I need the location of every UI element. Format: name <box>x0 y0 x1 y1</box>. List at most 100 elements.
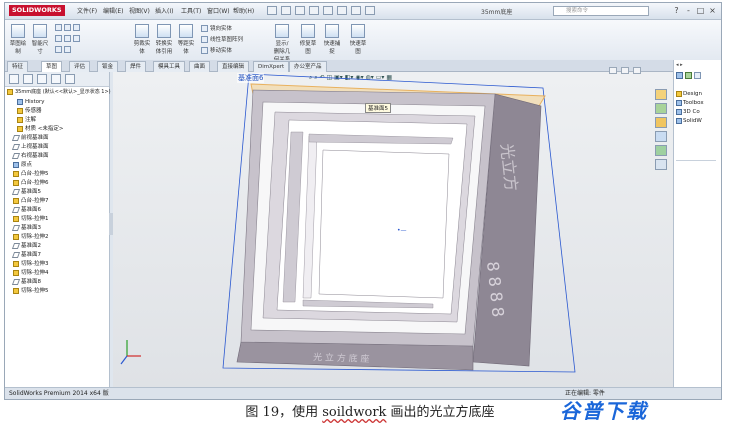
library-item-3d-content[interactable]: 3D Co <box>676 108 700 116</box>
select-icon[interactable] <box>337 6 347 15</box>
repair-sketch-label: 修复草图 <box>299 41 317 55</box>
menu-file[interactable]: 文件(F) <box>77 6 97 15</box>
dimxpert-icon[interactable] <box>51 74 61 84</box>
menu-window[interactable]: 窗口(W) <box>207 6 230 15</box>
tree-item[interactable]: 传感器 <box>17 107 42 115</box>
tab-weldments[interactable]: 焊件 <box>125 61 147 72</box>
relations-button[interactable]: 显示/删除几何关系 <box>273 24 291 63</box>
tree-item[interactable]: 基准面7 <box>11 251 41 259</box>
smart-dimension-button[interactable]: 智能尺寸 <box>31 24 49 55</box>
new-folder-icon[interactable] <box>694 72 702 79</box>
sketch-button[interactable]: 草图绘制 <box>9 24 27 55</box>
configuration-icon[interactable] <box>37 74 47 84</box>
caption-suffix: 画出的光立方底座 <box>386 405 495 420</box>
library-toolbar <box>676 72 716 80</box>
linear-pattern-button[interactable]: 线性草图阵列 <box>201 35 243 43</box>
tab-office-products[interactable]: 办公室产品 <box>289 61 327 72</box>
tree-item[interactable]: 凸台-拉伸6 <box>13 179 48 187</box>
maximize-button[interactable]: □ <box>695 5 706 16</box>
tree-item[interactable]: 上视基准面 <box>11 143 49 151</box>
tree-item[interactable]: 材质 <未指定> <box>17 125 63 133</box>
file-explorer-icon[interactable] <box>655 117 667 128</box>
appearances-icon[interactable] <box>655 145 667 156</box>
model-view[interactable]: 光立方 8 8 8 8 光 立 方 底 座 •— <box>113 72 673 387</box>
arc-icon <box>64 35 71 42</box>
custom-properties-icon[interactable] <box>655 159 667 170</box>
tree-item[interactable]: 前视基准面 <box>11 134 49 142</box>
tree-item[interactable]: 基准面3 <box>11 224 41 232</box>
tree-item[interactable]: 凸台-拉伸7 <box>13 197 48 205</box>
quick-snaps-button[interactable]: 快速捕捉 <box>323 24 341 55</box>
add-location-icon[interactable] <box>685 72 693 79</box>
library-item-solidworks[interactable]: SolidW <box>676 117 702 125</box>
view-palette-icon[interactable] <box>655 131 667 142</box>
resources-icon[interactable] <box>655 89 667 100</box>
tree-root[interactable]: 35mm底座 (默认<<默认>_显示状态 1>) <box>7 88 111 96</box>
print-icon[interactable] <box>309 6 319 15</box>
help-button[interactable]: ? <box>671 5 682 16</box>
sketch-label: 草图绘制 <box>9 41 27 55</box>
library-item-design[interactable]: Design <box>676 90 702 98</box>
library-item-toolbox[interactable]: Toolbox <box>676 99 704 107</box>
tab-sketch[interactable]: 草图 <box>41 61 63 72</box>
save-icon[interactable] <box>295 6 305 15</box>
solidworks-logo[interactable]: SOLIDWORKS <box>9 5 65 16</box>
feature-tree-icon[interactable] <box>9 74 19 84</box>
toolbox-icon <box>676 99 682 106</box>
tree-item[interactable]: History <box>17 98 45 106</box>
search-commands-input[interactable]: 搜索命令 <box>553 6 649 16</box>
menu-insert[interactable]: 插入(I) <box>155 6 173 15</box>
tab-sheet-metal[interactable]: 钣金 <box>97 61 119 72</box>
graphics-area[interactable]: ⌕ ⌕ ↶ ◫ ▣▾ ◧▾ ◉▾ ◍▾ ▭▾ ▦ 光立方 8 8 8 8 光 立… <box>113 67 673 387</box>
tree-item[interactable]: 基准面8 <box>11 278 41 286</box>
tree-item[interactable]: 右视基准面 <box>11 152 49 160</box>
tree-item[interactable]: 切除-拉伸4 <box>13 269 48 277</box>
offset-entities-button[interactable]: 等距实体 <box>177 24 195 55</box>
tree-item-label: 前视基准面 <box>21 135 49 141</box>
tab-direct-editing[interactable]: 直接编辑 <box>217 61 250 72</box>
design-library-icon[interactable] <box>655 103 667 114</box>
tab-features[interactable]: 特征 <box>7 61 29 72</box>
display-manager-icon[interactable] <box>65 74 75 84</box>
close-button[interactable]: × <box>707 5 718 16</box>
tree-item[interactable]: 基准面2 <box>11 242 41 250</box>
tab-surfaces[interactable]: 曲面 <box>189 61 211 72</box>
menu-view[interactable]: 视图(V) <box>129 6 150 15</box>
open-icon[interactable] <box>281 6 291 15</box>
line-tools[interactable] <box>55 24 82 31</box>
plane-label[interactable]: 基准面6 <box>237 73 265 83</box>
undo-icon[interactable] <box>323 6 333 15</box>
move-entities-button[interactable]: 移动实体 <box>201 46 232 54</box>
tree-item[interactable]: 注解 <box>17 116 36 124</box>
add-to-library-icon[interactable] <box>676 72 683 79</box>
property-manager-icon[interactable] <box>23 74 33 84</box>
mirror-entities-button[interactable]: 镜向实体 <box>201 24 232 32</box>
convert-entities-button[interactable]: 转换实体引用 <box>155 24 173 55</box>
rebuild-icon[interactable] <box>351 6 361 15</box>
tab-evaluate[interactable]: 评估 <box>69 61 91 72</box>
panel-divider <box>676 160 716 161</box>
tree-item[interactable]: 切除-拉伸3 <box>13 260 48 268</box>
menu-help[interactable]: 帮助(H) <box>233 6 254 15</box>
tree-item[interactable]: 基准面6 <box>11 206 41 214</box>
rapid-sketch-button[interactable]: 快速草图 <box>349 24 367 55</box>
design-library-header: ◂ ▸ <box>676 62 683 68</box>
library-item-label: Toolbox <box>683 100 704 106</box>
menu-tools[interactable]: 工具(T) <box>181 6 201 15</box>
tab-dimxpert[interactable]: DimXpert <box>253 61 290 72</box>
tree-item[interactable]: 凸台-拉伸5 <box>13 170 48 178</box>
rectangle-tools[interactable] <box>55 35 82 42</box>
tree-item[interactable]: 切除-拉伸1 <box>13 215 48 223</box>
tree-item[interactable]: 切除-拉伸5 <box>13 287 48 295</box>
trim-entities-button[interactable]: 剪裁实体 <box>133 24 151 55</box>
options-icon[interactable] <box>365 6 375 15</box>
polygon-tools[interactable] <box>55 46 73 53</box>
tree-item[interactable]: 切除-拉伸2 <box>13 233 48 241</box>
tab-mold-tools[interactable]: 模具工具 <box>153 61 186 72</box>
menu-edit[interactable]: 编辑(E) <box>103 6 123 15</box>
repair-sketch-button[interactable]: 修复草图 <box>299 24 317 55</box>
tree-item[interactable]: 基准面5 <box>11 188 41 196</box>
minimize-button[interactable]: - <box>683 5 694 16</box>
new-document-icon[interactable] <box>267 6 277 15</box>
tree-item[interactable]: 原点 <box>13 161 32 169</box>
